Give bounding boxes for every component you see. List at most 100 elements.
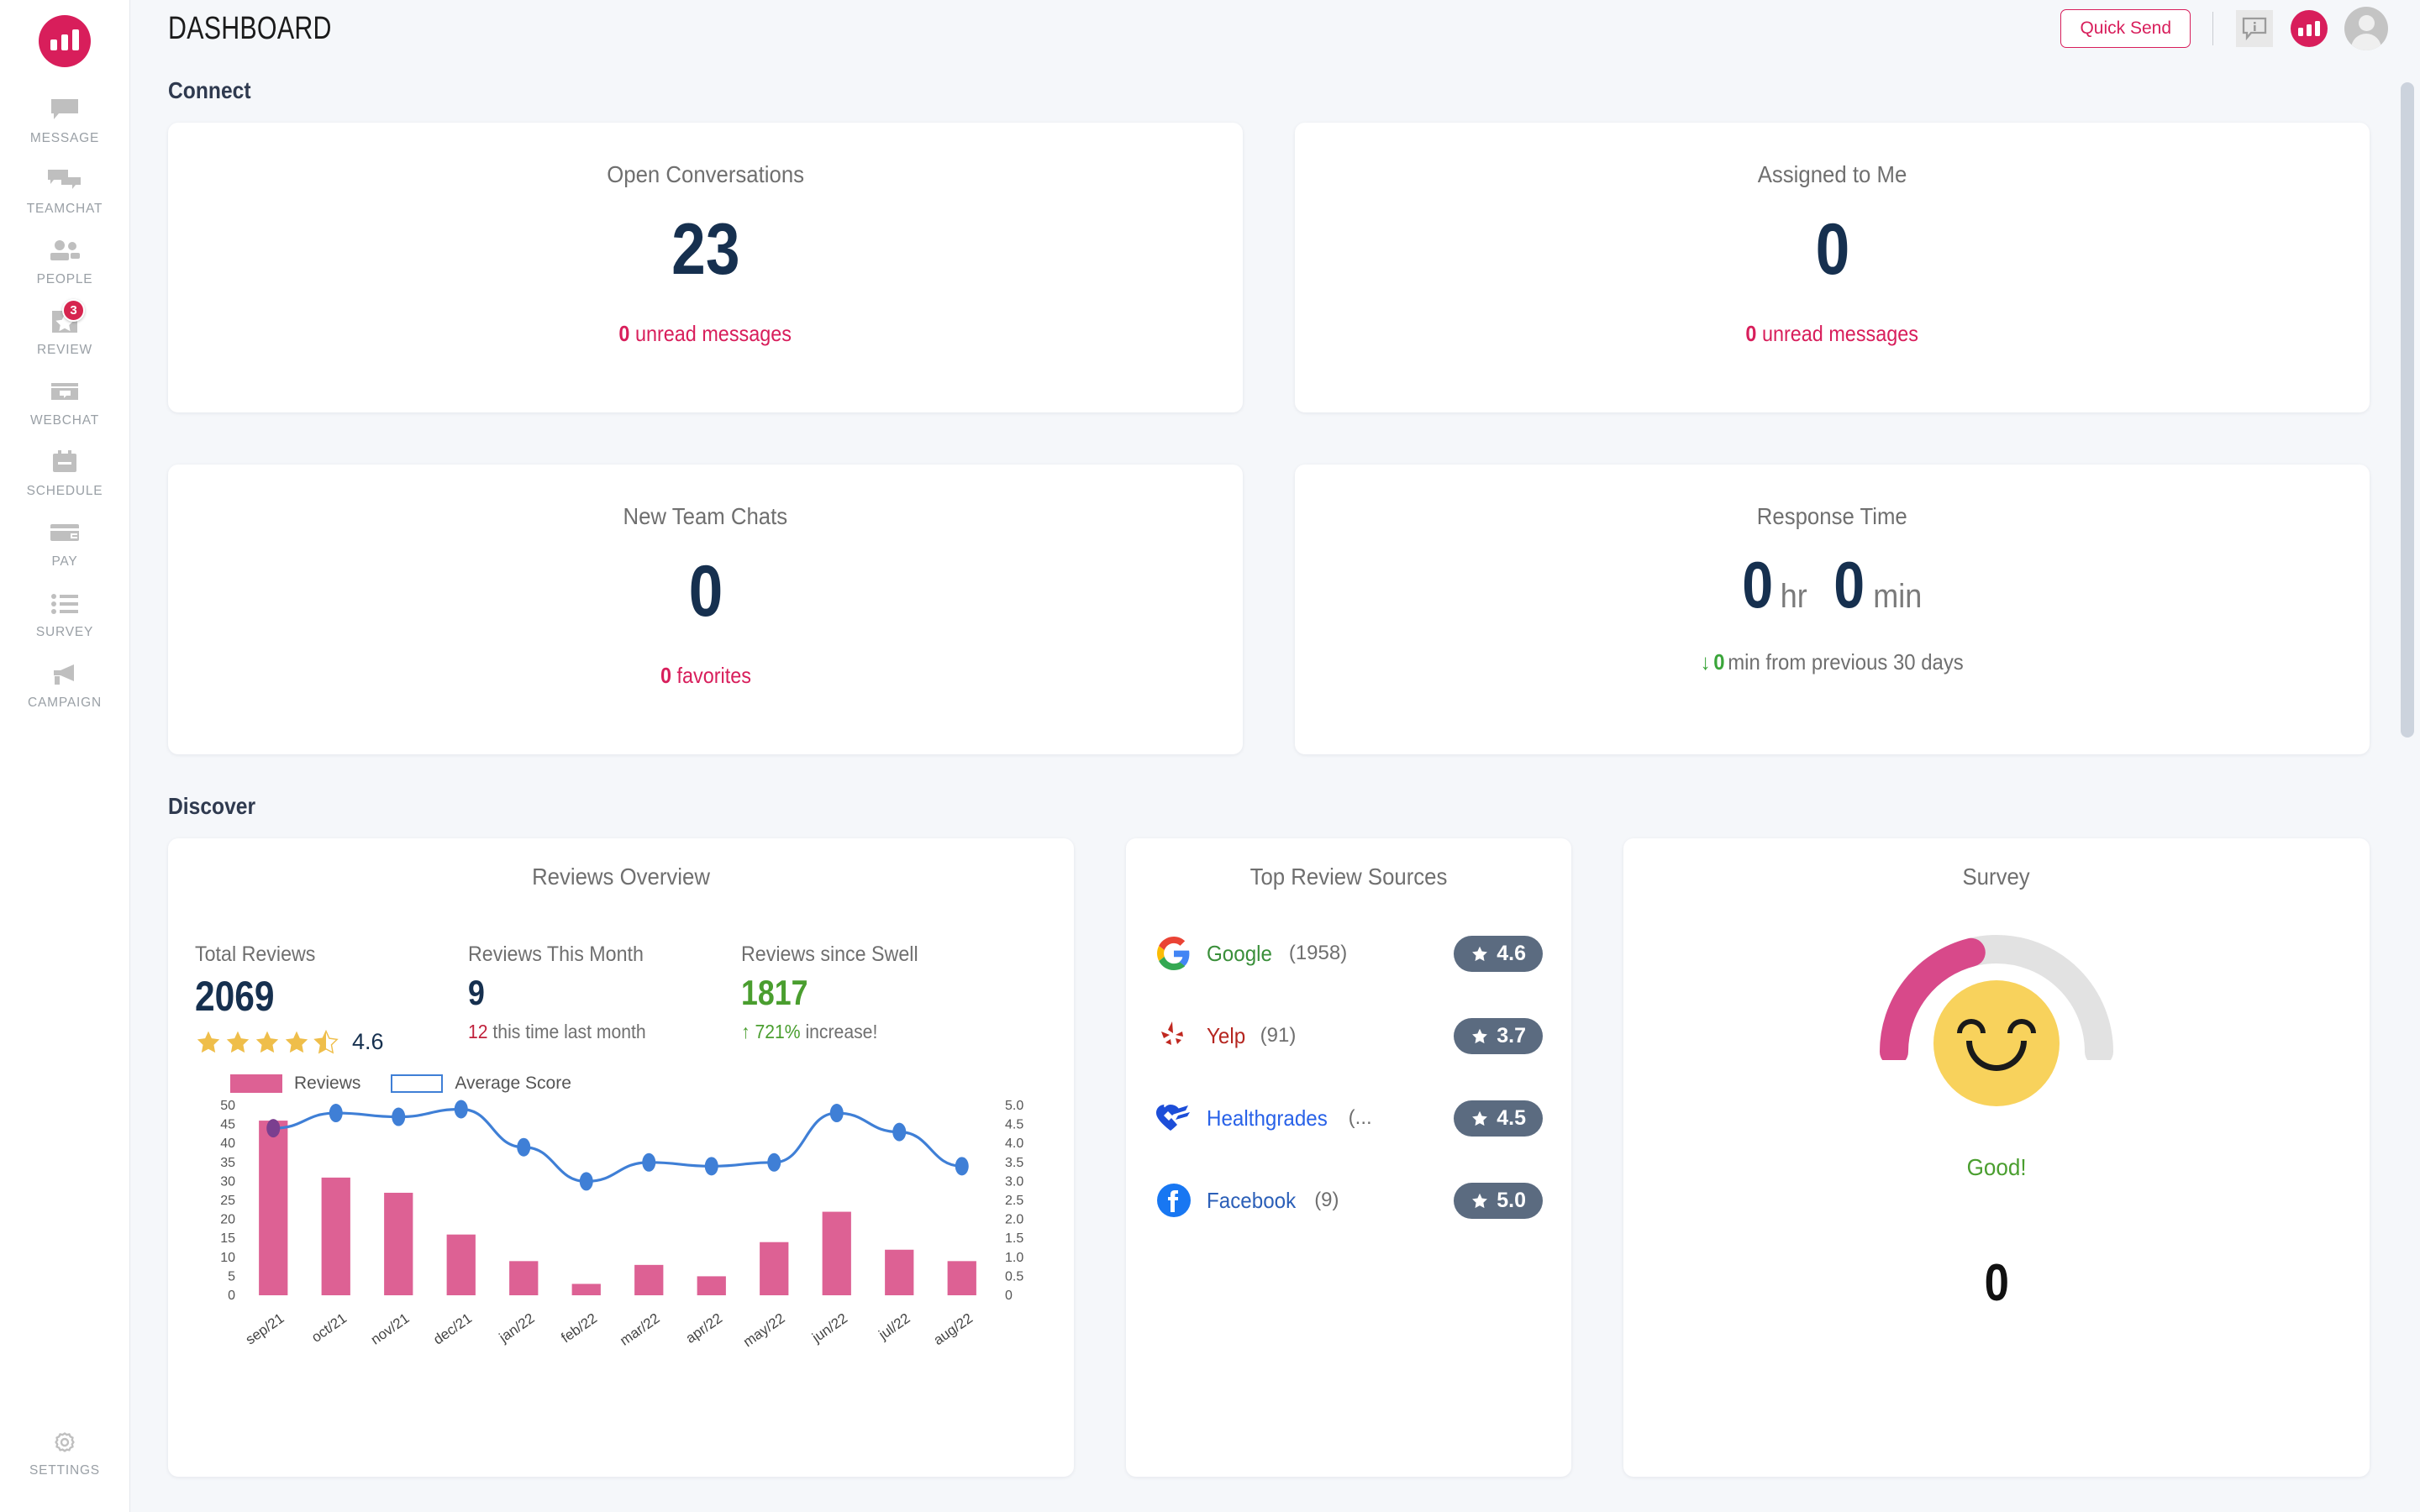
- sidebar-item-label: CAMPAIGN: [28, 696, 102, 710]
- source-count: (1958): [1288, 942, 1348, 964]
- delta-value: 0: [1713, 649, 1725, 675]
- reviews-stats: Total Reviews 2069 4.6 Reviews This Mont…: [195, 942, 1047, 1055]
- sidebar-item-review[interactable]: 3 REVIEW: [0, 297, 130, 368]
- survey-gauge: [1870, 917, 2123, 1106]
- svg-text:25: 25: [220, 1194, 235, 1208]
- svg-text:4.5: 4.5: [1005, 1118, 1023, 1132]
- gear-icon: [46, 1429, 83, 1456]
- svg-text:jan/22: jan/22: [496, 1310, 538, 1347]
- topbar: DASHBOARD Quick Send: [130, 0, 2420, 57]
- svg-text:may/22: may/22: [740, 1310, 788, 1351]
- sidebar-item-message[interactable]: MESSAGE: [0, 86, 130, 156]
- sidebar-item-survey[interactable]: SURVEY: [0, 580, 130, 650]
- sidebar-item-label: SURVEY: [35, 625, 94, 639]
- reviews-chart: 504540353025201510505.04.54.03.53.02.52.…: [220, 1099, 1023, 1351]
- svg-text:feb/22: feb/22: [558, 1310, 600, 1347]
- card-sub-number: 0: [660, 663, 671, 688]
- card-open-conversations[interactable]: Open Conversations 23 0 unread messages: [168, 123, 1243, 412]
- sidebar-item-label: TEAMCHAT: [26, 202, 103, 216]
- info-chat-icon[interactable]: [2235, 9, 2274, 48]
- review-source-row[interactable]: Facebook (9) 5.0: [1155, 1181, 1543, 1220]
- star-icon: [255, 1031, 279, 1053]
- svg-text:mar/22: mar/22: [617, 1310, 662, 1349]
- card-title: Response Time: [1757, 503, 1907, 529]
- svg-text:50: 50: [220, 1099, 235, 1113]
- sidebar: MESSAGE TEAMCHAT PEOPLE 3 REVIEW WEBCHAT…: [0, 0, 130, 1512]
- source-name: Facebook: [1207, 1187, 1297, 1213]
- source-rating-value: 5.0: [1497, 1188, 1526, 1212]
- vertical-scrollbar[interactable]: [2401, 82, 2414, 738]
- month-note-text: this time last month: [492, 1021, 646, 1042]
- quick-send-button[interactable]: Quick Send: [2060, 9, 2191, 48]
- brand-bars-icon[interactable]: [2291, 10, 2328, 47]
- svg-text:45: 45: [220, 1118, 235, 1132]
- message-icon: [46, 97, 83, 123]
- sidebar-item-pay[interactable]: PAY: [0, 509, 130, 580]
- dashboard-content: Connect Open Conversations 23 0 unread m…: [130, 57, 2420, 1512]
- source-rating-badge: 4.6: [1454, 935, 1543, 972]
- svg-text:40: 40: [220, 1137, 235, 1151]
- sidebar-item-label: WEBCHAT: [30, 413, 99, 428]
- review-badge: 3: [62, 299, 85, 322]
- delta-text: min from previous 30 days: [1728, 649, 1965, 675]
- legend-label-average-score: Average Score: [455, 1074, 571, 1093]
- smiling-face-icon: [1933, 980, 2060, 1106]
- card-sub-text: unread messages: [1762, 321, 1919, 346]
- total-reviews-value: 2069: [195, 973, 275, 1020]
- response-minutes: 0: [1833, 548, 1865, 622]
- card-title: Reviews Overview: [532, 864, 710, 890]
- source-rating-value: 4.5: [1497, 1105, 1526, 1130]
- response-delta: ↓ 0 min from previous 30 days: [1701, 649, 1964, 675]
- card-survey[interactable]: Survey Good! 0: [1623, 838, 2370, 1477]
- star-icon: [1472, 1028, 1488, 1043]
- user-avatar[interactable]: [2344, 7, 2388, 50]
- source-rating-value: 4.6: [1497, 941, 1526, 965]
- star-icon: [285, 1031, 308, 1053]
- card-subline: 0 unread messages: [1746, 321, 1919, 347]
- swell-logo[interactable]: [39, 15, 91, 67]
- google-icon: [1155, 934, 1193, 973]
- sidebar-item-settings[interactable]: SETTINGS: [0, 1418, 130, 1488]
- main-area: DASHBOARD Quick Send Connect Open Conver…: [130, 0, 2420, 1512]
- review-source-row[interactable]: Yelp (91) 3.7: [1155, 1016, 1543, 1055]
- sidebar-item-campaign[interactable]: CAMPAIGN: [0, 650, 130, 721]
- sidebar-item-webchat[interactable]: WEBCHAT: [0, 368, 130, 438]
- svg-text:1.0: 1.0: [1005, 1251, 1023, 1265]
- healthgrades-icon: [1155, 1099, 1193, 1137]
- response-hours: 0: [1742, 548, 1774, 622]
- svg-text:1.5: 1.5: [1005, 1231, 1023, 1246]
- svg-text:4.0: 4.0: [1005, 1137, 1023, 1151]
- sidebar-item-people[interactable]: PEOPLE: [0, 227, 130, 297]
- sidebar-item-teamchat[interactable]: TEAMCHAT: [0, 156, 130, 227]
- svg-text:30: 30: [220, 1174, 235, 1189]
- legend-swatch-reviews: [230, 1074, 282, 1093]
- card-top-review-sources[interactable]: Top Review Sources Google (1958) 4.6 Yel…: [1126, 838, 1571, 1477]
- response-time-value: 0 hr 0 min: [1739, 552, 1925, 617]
- pay-card-icon: [46, 520, 83, 547]
- star-icon: [197, 1031, 220, 1053]
- card-reviews-overview[interactable]: Reviews Overview Total Reviews 2069 4.6 …: [168, 838, 1074, 1477]
- card-response-time[interactable]: Response Time 0 hr 0 min ↓ 0 min from pr…: [1295, 465, 2370, 754]
- card-new-team-chats[interactable]: New Team Chats 0 0 favorites: [168, 465, 1243, 754]
- review-source-row[interactable]: Healthgrades (... 4.5: [1155, 1099, 1543, 1137]
- review-source-row[interactable]: Google (1958) 4.6: [1155, 934, 1543, 973]
- section-connect-title: Connect: [168, 77, 251, 103]
- source-rating-badge: 4.5: [1454, 1100, 1543, 1137]
- svg-text:apr/22: apr/22: [683, 1310, 725, 1347]
- card-assigned-to-me[interactable]: Assigned to Me 0 0 unread messages: [1295, 123, 2370, 412]
- svg-text:3.5: 3.5: [1005, 1156, 1023, 1170]
- topbar-actions: Quick Send: [2060, 7, 2388, 50]
- card-title: Assigned to Me: [1757, 161, 1907, 187]
- source-name: Healthgrades: [1207, 1105, 1328, 1131]
- schedule-icon: [46, 449, 83, 476]
- sidebar-item-label: SETTINGS: [29, 1463, 100, 1478]
- svg-text:aug/22: aug/22: [931, 1310, 976, 1348]
- sidebar-item-label: PAY: [51, 554, 78, 569]
- sidebar-item-label: SCHEDULE: [26, 484, 103, 498]
- svg-text:2.5: 2.5: [1005, 1194, 1023, 1208]
- since-note: ↑ 721% increase!: [741, 1021, 1023, 1043]
- source-rating-badge: 5.0: [1454, 1182, 1543, 1219]
- response-hours-unit: hr: [1781, 578, 1808, 615]
- sidebar-item-schedule[interactable]: SCHEDULE: [0, 438, 130, 509]
- source-count: (...: [1348, 1106, 1372, 1129]
